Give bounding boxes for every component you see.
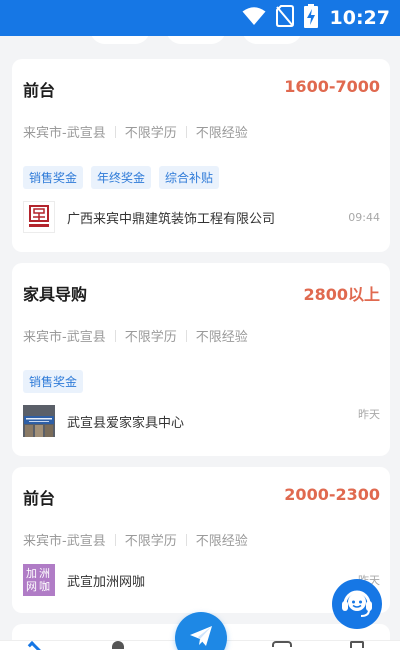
logo-text-line: 网咖 [26,580,52,593]
job-card[interactable]: 前台 1600-7000 来宾市-武宣县 不限学历 不限经验 销售奖金 年终奖金… [12,59,390,252]
job-education: 不限学历 [124,126,177,141]
meta-divider [114,329,116,342]
job-tag: 销售奖金 [23,166,84,189]
company-name: 武宣县爱家家具中心 [67,415,185,431]
job-title: 前台 [23,489,56,508]
job-location: 来宾市-武宣县 [23,330,106,345]
company-name: 广西来宾中鼎建筑装饰工程有限公司 [67,211,276,227]
meta-divider [185,329,187,342]
job-meta: 来宾市-武宣县 不限学历 不限经验 [23,530,248,549]
customer-service-headset-icon [339,584,375,624]
status-time: 10:27 [329,7,390,29]
job-card[interactable]: 家具导购 2800以上 来宾市-武宣县 不限学历 不限经验 销售奖金 武宣县爱家… [12,263,390,456]
job-location: 来宾市-武宣县 [23,126,106,141]
company-row[interactable]: 武宣县爱家家具中心 昨天 [23,404,380,438]
job-meta: 来宾市-武宣县 不限学历 不限经验 [23,122,248,141]
meta-divider [114,533,116,546]
wifi-icon [242,6,266,30]
paper-plane-icon [187,622,215,650]
job-salary: 1600-7000 [284,77,380,96]
job-tag: 年终奖金 [91,166,152,189]
post-time: 09:44 [348,210,380,224]
meta-divider [185,125,187,138]
job-experience: 不限经验 [195,126,248,141]
nav-home-icon[interactable] [27,641,44,650]
customer-service-button[interactable] [332,579,382,629]
nav-profile-icon[interactable] [112,641,124,649]
logo-text-line: 加洲 [26,567,52,580]
job-tag: 销售奖金 [23,370,84,393]
job-tags: 销售奖金 年终奖金 综合补贴 [23,166,220,189]
company-row[interactable]: 加洲 网咖 武宣加洲网咖 昨天 [23,563,380,597]
nav-doc-icon[interactable] [350,641,364,648]
company-seal-logo-icon [23,201,55,233]
text-logo-icon: 加洲 网咖 [23,564,55,596]
job-tags: 销售奖金 [23,370,84,393]
nav-message-icon[interactable] [272,641,292,647]
meta-divider [185,533,187,546]
publish-button[interactable] [175,612,227,650]
job-tag: 综合补贴 [159,166,220,189]
job-meta: 来宾市-武宣县 不限学历 不限经验 [23,326,248,345]
job-experience: 不限经验 [195,534,248,549]
job-salary: 2800以上 [303,285,380,304]
storefront-photo-logo-icon [23,405,55,437]
job-title: 家具导购 [23,285,88,304]
job-location: 来宾市-武宣县 [23,534,106,549]
company-name: 武宣加洲网咖 [67,574,146,590]
company-row[interactable]: 广西来宾中鼎建筑装饰工程有限公司 09:44 [23,200,380,234]
job-title: 前台 [23,81,56,100]
job-card[interactable]: 前台 2000-2300 来宾市-武宣县 不限学历 不限经验 加洲 网咖 武宣加… [12,467,390,613]
no-sim-icon [275,5,294,31]
job-education: 不限学历 [124,330,177,345]
job-experience: 不限经验 [195,330,248,345]
status-icons-top: 10:27 [242,4,390,32]
post-time: 昨天 [358,408,380,421]
job-education: 不限学历 [124,534,177,549]
meta-divider [114,125,116,138]
job-salary: 2000-2300 [284,485,380,504]
battery-charging-icon [303,4,318,32]
